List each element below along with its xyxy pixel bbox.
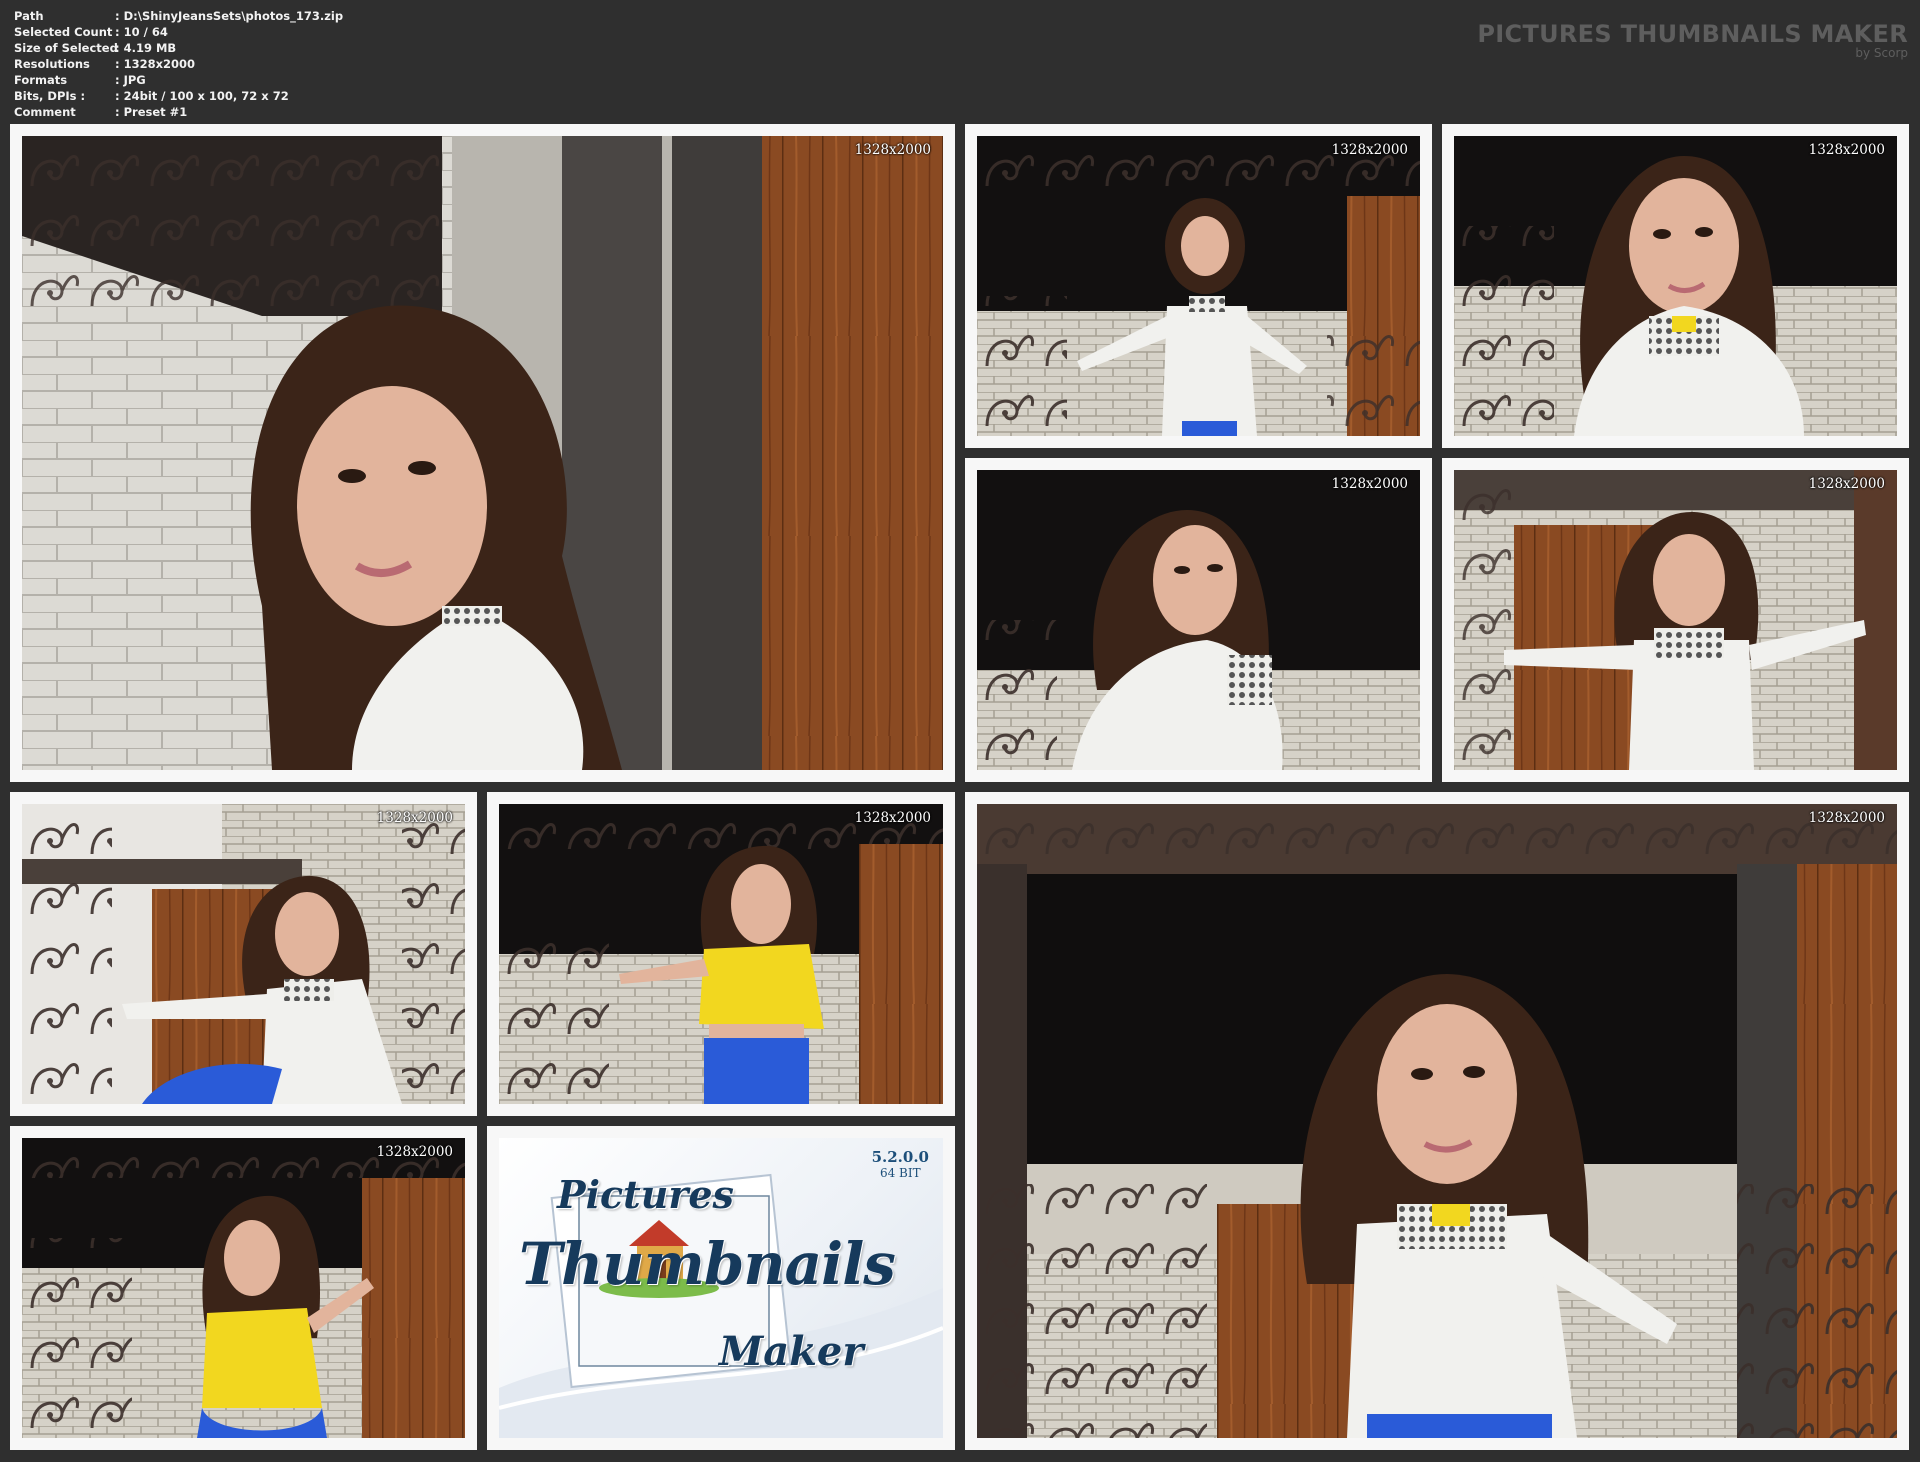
- thumbnail-2[interactable]: 1328x2000: [965, 124, 1432, 448]
- photo-image: [22, 136, 943, 770]
- thumbnail-5[interactable]: 1328x2000: [1442, 458, 1909, 782]
- version-number: 5.2.0.0: [871, 1148, 929, 1166]
- resolution-label: 1328x2000: [854, 142, 931, 158]
- resolution-label: 1328x2000: [376, 810, 453, 826]
- info-row-bits-dpis: Bits, DPIs : : 24bit / 100 x 100, 72 x 7…: [14, 88, 343, 104]
- photo-back-turned: 1328x2000: [22, 1138, 465, 1438]
- photo-image: [499, 804, 943, 1104]
- info-row-formats: Formats : JPG: [14, 72, 343, 88]
- photo-image: [22, 804, 465, 1104]
- info-label: Resolutions: [14, 57, 90, 71]
- resolution-label: 1328x2000: [1808, 476, 1885, 492]
- logo-word-thumbnails: Thumbnails: [519, 1230, 896, 1298]
- info-row-path: Path : D:\ShinyJeansSets\photos_173.zip: [14, 8, 343, 24]
- photo-image: [1454, 136, 1897, 436]
- resolution-label: 1328x2000: [1331, 142, 1408, 158]
- resolution-label: 1328x2000: [1808, 810, 1885, 826]
- info-label: Path: [14, 9, 44, 23]
- resolution-label: 1328x2000: [1331, 476, 1408, 492]
- resolution-label: 1328x2000: [376, 1144, 453, 1160]
- info-value: : D:\ShinyJeansSets\photos_173.zip: [115, 9, 344, 23]
- logo-word-maker: Maker: [719, 1328, 864, 1375]
- info-row-comment: Comment : Preset #1: [14, 104, 343, 120]
- thumbnail-6[interactable]: 1328x2000: [10, 792, 477, 1116]
- brand-title: PICTURES THUMBNAILS MAKER: [1477, 20, 1908, 48]
- resolution-label: 1328x2000: [1808, 142, 1885, 158]
- info-value: : Preset #1: [115, 105, 188, 119]
- info-label: Formats: [14, 73, 68, 87]
- thumbnail-4[interactable]: 1328x2000: [965, 458, 1432, 782]
- photo-image: [977, 136, 1420, 436]
- info-row-size: Size of Selected : 4.19 MB: [14, 40, 343, 56]
- brand-watermark: PICTURES THUMBNAILS MAKER by Scorp: [1477, 20, 1908, 60]
- photo-arms-spread: 1328x2000: [1454, 470, 1897, 770]
- photo-yellow-top: 1328x2000: [499, 804, 943, 1104]
- thumbnail-7[interactable]: 1328x2000: [487, 792, 955, 1116]
- info-label: Bits, DPIs :: [14, 89, 86, 103]
- thumbnail-logo[interactable]: 5.2.0.0 64 BIT Pictures Thumbnails Maker: [487, 1126, 955, 1450]
- info-value: : 10 / 64: [115, 25, 168, 39]
- photo-image: [22, 1138, 465, 1438]
- photo-image: [977, 804, 1897, 1438]
- app-logo-panel: 5.2.0.0 64 BIT Pictures Thumbnails Maker: [499, 1138, 943, 1438]
- info-row-resolutions: Resolutions : 1328x2000: [14, 56, 343, 72]
- thumbnail-9[interactable]: 1328x2000: [10, 1126, 477, 1450]
- version-badge: 5.2.0.0 64 BIT: [872, 1148, 929, 1180]
- thumbnail-3[interactable]: 1328x2000: [1442, 124, 1909, 448]
- photo-sitting-by-gate: 1328x2000: [22, 804, 465, 1104]
- file-info-panel: Path : D:\ShinyJeansSets\photos_173.zip …: [14, 8, 343, 120]
- info-value: : JPG: [115, 73, 146, 87]
- info-row-selected-count: Selected Count : 10 / 64: [14, 24, 343, 40]
- logo-word-pictures: Pictures: [557, 1172, 734, 1217]
- photo-smiling-closeup: 1328x2000: [1454, 136, 1897, 436]
- info-value: : 4.19 MB: [115, 41, 177, 55]
- info-value: : 24bit / 100 x 100, 72 x 72: [115, 89, 289, 103]
- photo-doorway-portrait: 1328x2000: [977, 804, 1897, 1438]
- resolution-label: 1328x2000: [854, 810, 931, 826]
- version-bits: 64 BIT: [879, 1166, 921, 1180]
- photo-standing-at-gate: 1328x2000: [977, 136, 1420, 436]
- info-label: Selected Count: [14, 25, 113, 39]
- info-value: : 1328x2000: [115, 57, 196, 71]
- info-label: Size of Selected: [14, 41, 118, 55]
- photo-image: [977, 470, 1420, 770]
- thumbnail-8[interactable]: 1328x2000: [965, 792, 1909, 1450]
- photo-portrait-closeup: 1328x2000: [22, 136, 943, 770]
- photo-looking-back: 1328x2000: [977, 470, 1420, 770]
- brand-subtitle: by Scorp: [1855, 46, 1908, 60]
- thumbnail-1[interactable]: 1328x2000: [10, 124, 955, 782]
- info-label: Comment: [14, 105, 76, 119]
- photo-image: [1454, 470, 1897, 770]
